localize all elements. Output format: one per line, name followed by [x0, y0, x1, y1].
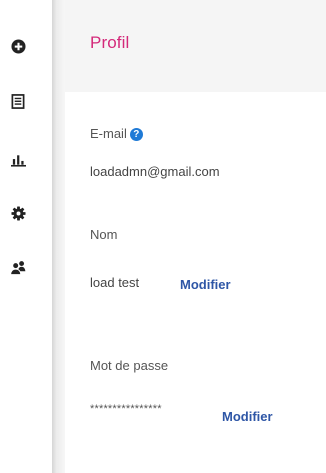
help-icon[interactable]: ?: [129, 128, 143, 141]
email-label: E-mail: [90, 126, 127, 141]
name-label: Nom: [90, 227, 118, 242]
gear-icon: [10, 205, 26, 221]
bar-chart-icon: [10, 155, 26, 167]
settings-button[interactable]: [9, 204, 27, 222]
edit-password-link[interactable]: Modifier: [222, 409, 273, 424]
page-header: Profil: [65, 0, 326, 92]
users-button[interactable]: [9, 258, 27, 276]
users-icon: [9, 260, 25, 275]
email-row-label: E-mail?: [90, 126, 143, 141]
sidebar-divider: [52, 0, 65, 473]
statistics-button[interactable]: [9, 151, 27, 169]
document-icon: [11, 93, 25, 109]
password-value: ****************: [90, 403, 162, 415]
name-value: load test: [90, 275, 140, 290]
add-circle-icon: [10, 38, 26, 54]
add-button[interactable]: [9, 37, 27, 55]
edit-name-link[interactable]: Modifier: [180, 277, 231, 292]
page-title: Profil: [90, 33, 130, 52]
email-value: loadadmn@gmail.com: [90, 164, 220, 179]
documents-button[interactable]: [9, 92, 27, 110]
profile-panel: Profil E-mail? loadadmn@gmail.com Nom lo…: [65, 0, 326, 473]
sidebar-nav: [0, 0, 52, 473]
app-window: Profil E-mail? loadadmn@gmail.com Nom lo…: [0, 0, 326, 473]
password-label: Mot de passe: [90, 358, 169, 373]
